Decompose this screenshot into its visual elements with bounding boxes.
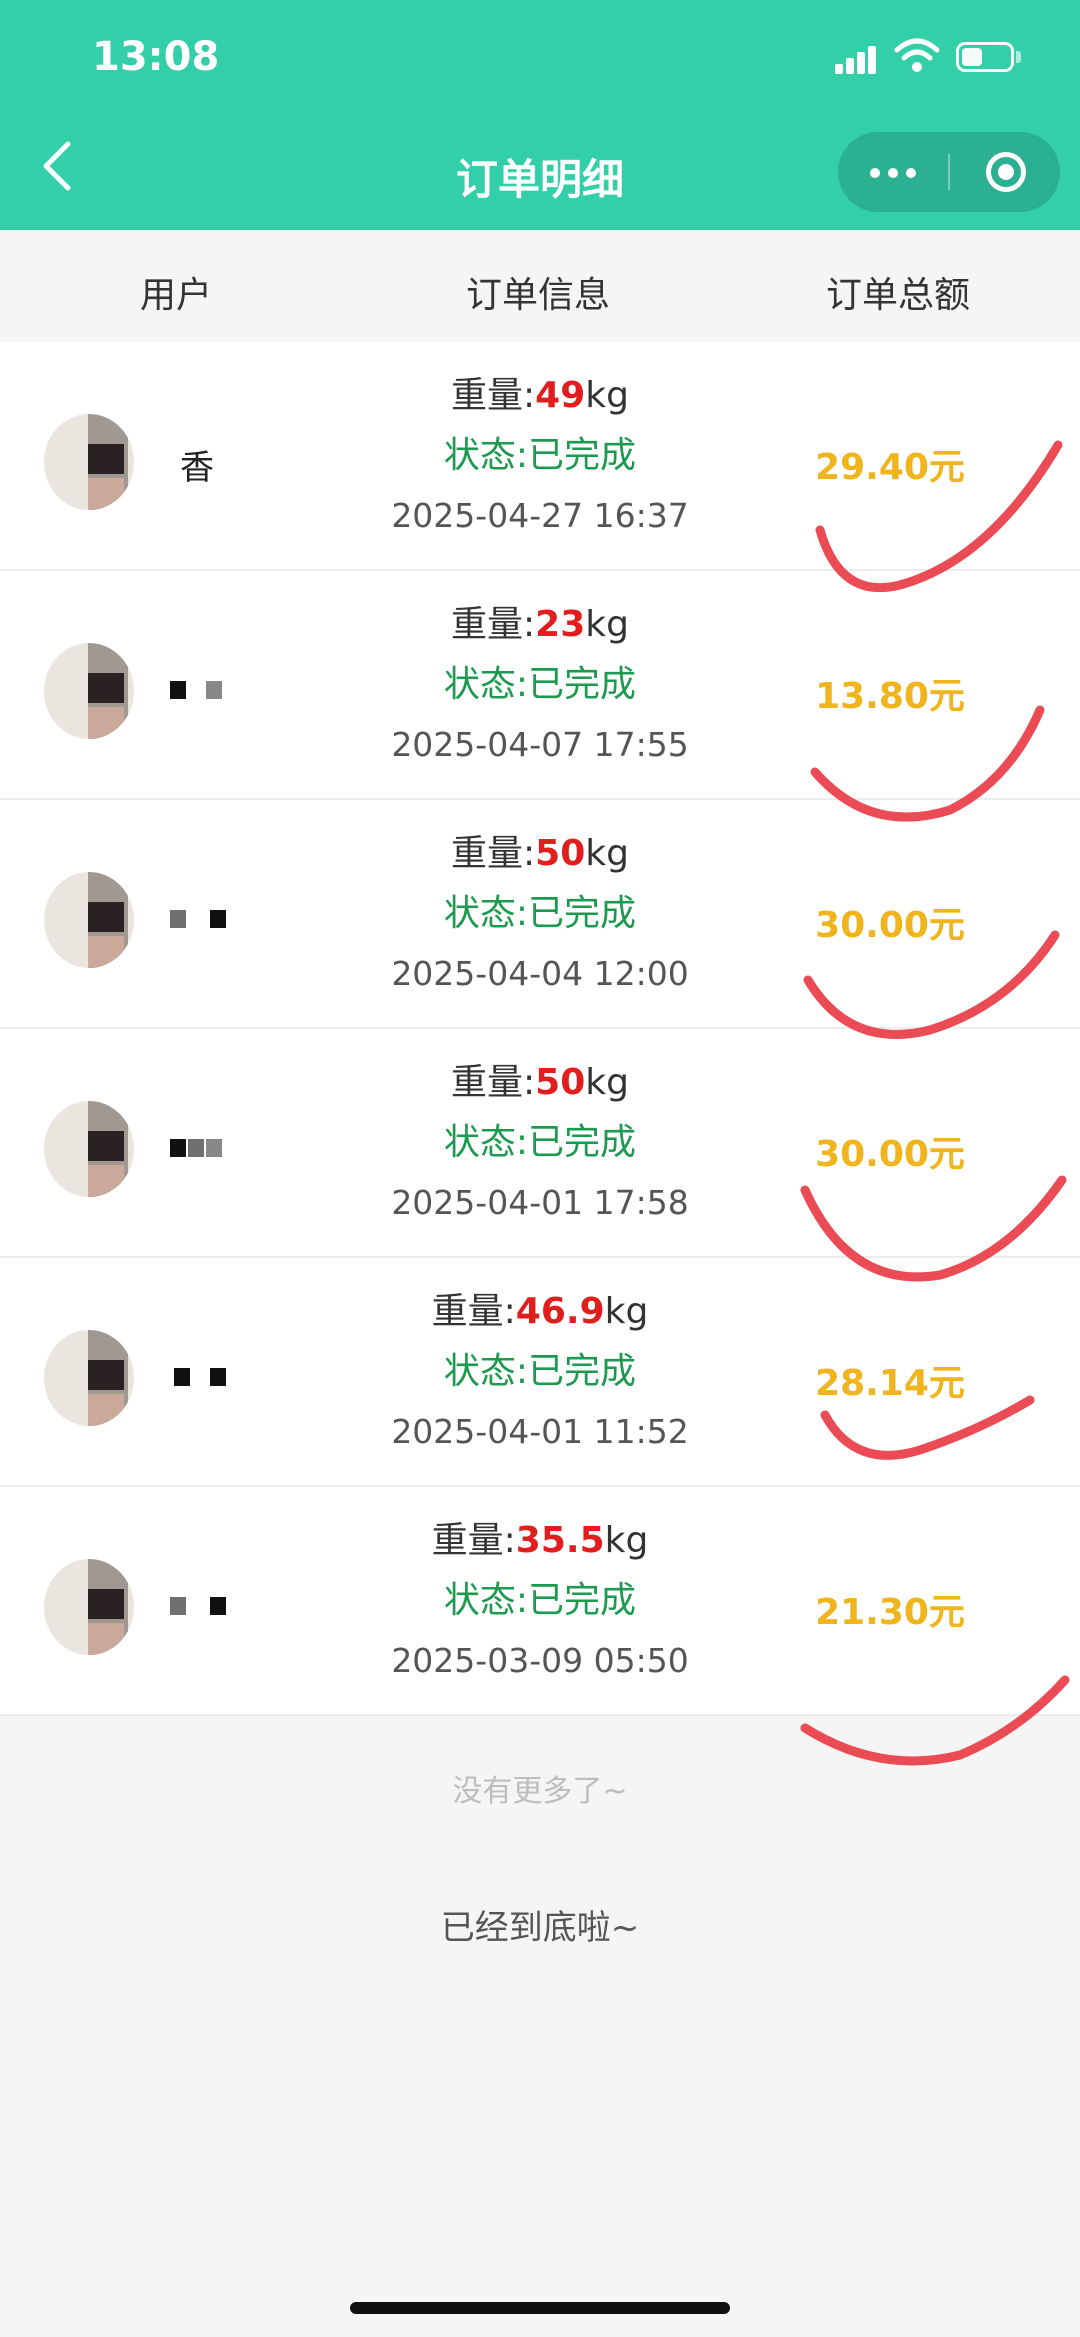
weight-value: 35.5 (515, 1520, 605, 1561)
status-text: 状态:已完成 (443, 1122, 637, 1163)
order-row[interactable]: 重量:50kg 状态:已完成 2025-04-04 12:00 30.00元 (0, 800, 1080, 1029)
weight-value: 50 (535, 1062, 586, 1103)
column-header: 用户 订单信息 订单总额 (0, 230, 1080, 342)
avatar (44, 643, 134, 739)
bottom-reached-text: 已经到底啦~ (440, 1908, 640, 1948)
weight-value: 49 (535, 375, 586, 416)
masked-user-name (170, 1597, 226, 1615)
nav-header: 13:08 订单明细 (0, 0, 1080, 230)
battery-icon (956, 42, 1014, 72)
column-user: 用户 (140, 275, 213, 316)
order-time: 2025-04-27 16:37 (391, 496, 689, 535)
order-row[interactable]: 重量:46.9kg 状态:已完成 2025-04-01 11:52 28.14元 (0, 1258, 1080, 1487)
signal-icon (835, 46, 877, 74)
avatar (44, 1330, 134, 1426)
order-amount: 13.80元 (815, 676, 965, 717)
masked-user-name (170, 1368, 226, 1386)
weight-line: 重量:50kg (451, 1062, 629, 1103)
order-amount: 29.40元 (815, 447, 965, 488)
no-more-text: 没有更多了~ (452, 1774, 628, 1809)
order-amount: 21.30元 (815, 1592, 965, 1633)
order-time: 2025-03-09 05:50 (391, 1641, 689, 1680)
masked-user-name (170, 681, 226, 699)
status-text: 状态:已完成 (443, 1351, 637, 1392)
mini-program-capsule (838, 132, 1060, 212)
column-order-total: 订单总额 (826, 275, 971, 316)
weight-value: 46.9 (515, 1291, 605, 1332)
column-order-info: 订单信息 (466, 275, 611, 316)
weight-line: 重量:35.5kg (431, 1520, 649, 1561)
status-text: 状态:已完成 (443, 435, 637, 476)
weight-line: 重量:49kg (451, 375, 629, 416)
status-time: 13:08 (92, 34, 220, 80)
more-dots-icon[interactable] (838, 132, 948, 212)
masked-user-name (170, 910, 226, 928)
order-time: 2025-04-01 17:58 (391, 1183, 689, 1222)
status-text: 状态:已完成 (443, 893, 637, 934)
weight-line: 重量:50kg (451, 833, 629, 874)
status-text: 状态:已完成 (443, 664, 637, 705)
avatar (44, 1559, 134, 1655)
order-amount: 30.00元 (815, 1134, 965, 1175)
home-indicator (350, 2302, 730, 2314)
avatar (44, 1101, 134, 1197)
avatar (44, 872, 134, 968)
order-list: 香 重量:49kg 状态:已完成 2025-04-27 16:37 29.40元… (0, 342, 1080, 1716)
order-amount: 30.00元 (815, 905, 965, 946)
order-time: 2025-04-04 12:00 (391, 954, 689, 993)
user-name: 香 (180, 448, 214, 488)
avatar (44, 414, 134, 510)
order-row[interactable]: 重量:35.5kg 状态:已完成 2025-03-09 05:50 21.30元 (0, 1487, 1080, 1716)
order-row[interactable]: 香 重量:49kg 状态:已完成 2025-04-27 16:37 29.40元 (0, 342, 1080, 571)
weight-line: 重量:23kg (451, 604, 629, 645)
order-row[interactable]: 重量:23kg 状态:已完成 2025-04-07 17:55 13.80元 (0, 571, 1080, 800)
weight-value: 50 (535, 833, 586, 874)
order-time: 2025-04-07 17:55 (391, 725, 689, 764)
weight-line: 重量:46.9kg (431, 1291, 649, 1332)
masked-user-name (170, 1139, 226, 1157)
target-close-icon[interactable] (950, 132, 1060, 212)
weight-value: 23 (535, 604, 586, 645)
order-amount: 28.14元 (815, 1363, 965, 1404)
order-time: 2025-04-01 11:52 (391, 1412, 689, 1451)
order-row[interactable]: 重量:50kg 状态:已完成 2025-04-01 17:58 30.00元 (0, 1029, 1080, 1258)
battery-tip (1016, 51, 1021, 63)
wifi-icon (894, 38, 940, 72)
status-text: 状态:已完成 (443, 1580, 637, 1621)
